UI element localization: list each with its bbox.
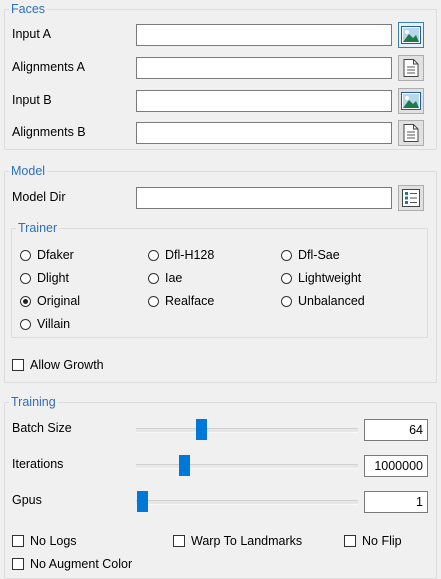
no-logs-checkbox[interactable]: No Logs <box>12 533 77 549</box>
radio-circle[interactable] <box>148 272 159 284</box>
checkbox-box[interactable] <box>173 535 185 547</box>
checkbox-box[interactable] <box>12 558 24 570</box>
iterations-slider-track[interactable] <box>136 464 358 469</box>
radio-circle[interactable] <box>20 249 31 261</box>
faces-legend: Faces <box>11 2 46 16</box>
checkbox-box[interactable] <box>12 359 24 371</box>
batch-size-spinbox[interactable]: 64 <box>364 419 428 441</box>
input-a-field[interactable] <box>136 24 392 46</box>
radio-circle[interactable] <box>281 249 292 261</box>
radio-circle[interactable] <box>148 295 159 307</box>
no-flip-checkbox[interactable]: No Flip <box>344 533 402 549</box>
gpus-slider-thumb[interactable] <box>137 491 148 512</box>
input-a-browse-button[interactable] <box>398 22 424 48</box>
alignments-b-field[interactable] <box>136 122 392 144</box>
model-dir-label: Model Dir <box>12 190 66 204</box>
model-dir-field[interactable] <box>136 187 392 209</box>
trainer-option-dlight[interactable]: Dlight <box>20 270 69 286</box>
trainer-legend: Trainer <box>18 221 58 235</box>
radio-circle[interactable] <box>20 318 31 330</box>
trainer-option-realface[interactable]: Realface <box>148 293 214 309</box>
gpus-label: Gpus <box>12 493 42 507</box>
iterations-slider-thumb[interactable] <box>178 455 190 476</box>
warp-to-landmarks-checkbox[interactable]: Warp To Landmarks <box>173 533 302 549</box>
trainer-group: Trainer <box>11 221 428 338</box>
input-b-browse-button[interactable] <box>398 88 424 114</box>
input-a-label: Input A <box>12 27 51 41</box>
radio-circle[interactable] <box>281 295 292 307</box>
radio-circle-selected[interactable] <box>20 295 31 307</box>
input-b-field[interactable] <box>136 90 392 112</box>
trainer-option-dfaker[interactable]: Dfaker <box>20 247 74 263</box>
allow-growth-checkbox[interactable]: Allow Growth <box>12 357 104 373</box>
trainer-option-lightweight[interactable]: Lightweight <box>281 270 361 286</box>
iterations-spinbox[interactable]: 1000000 <box>364 455 428 477</box>
no-augment-color-checkbox[interactable]: No Augment Color <box>12 556 132 572</box>
trainer-option-unbalanced[interactable]: Unbalanced <box>281 293 365 309</box>
alignments-a-field[interactable] <box>136 57 392 79</box>
radio-circle[interactable] <box>148 249 159 261</box>
radio-circle[interactable] <box>281 272 292 284</box>
alignments-b-label: Alignments B <box>12 125 86 139</box>
trainer-option-dfl-h128[interactable]: Dfl-H128 <box>148 247 214 263</box>
trainer-option-original[interactable]: Original <box>20 293 80 309</box>
gpus-slider-track[interactable] <box>136 500 358 505</box>
radio-circle[interactable] <box>20 272 31 284</box>
document-icon <box>403 59 419 77</box>
batch-size-slider-track[interactable] <box>136 428 358 433</box>
checkbox-box[interactable] <box>344 535 356 547</box>
trainer-option-iae[interactable]: Iae <box>148 270 182 286</box>
checkbox-box[interactable] <box>12 535 24 547</box>
image-icon <box>401 92 421 110</box>
model-dir-browse-button[interactable] <box>398 185 424 211</box>
alignments-a-label: Alignments A <box>12 60 85 74</box>
input-b-label: Input B <box>12 93 52 107</box>
trainer-option-villain[interactable]: Villain <box>20 316 70 332</box>
alignments-a-browse-button[interactable] <box>398 55 424 81</box>
folder-list-icon <box>402 189 420 207</box>
trainer-option-dfl-sae[interactable]: Dfl-Sae <box>281 247 340 263</box>
model-legend: Model <box>11 164 46 178</box>
iterations-label: Iterations <box>12 457 64 471</box>
alignments-b-browse-button[interactable] <box>398 120 424 146</box>
document-icon <box>403 124 419 142</box>
training-legend: Training <box>11 395 56 409</box>
gpus-spinbox[interactable]: 1 <box>364 491 428 513</box>
batch-size-label: Batch Size <box>12 421 72 435</box>
batch-size-slider-thumb[interactable] <box>195 419 207 440</box>
image-icon <box>401 26 421 44</box>
